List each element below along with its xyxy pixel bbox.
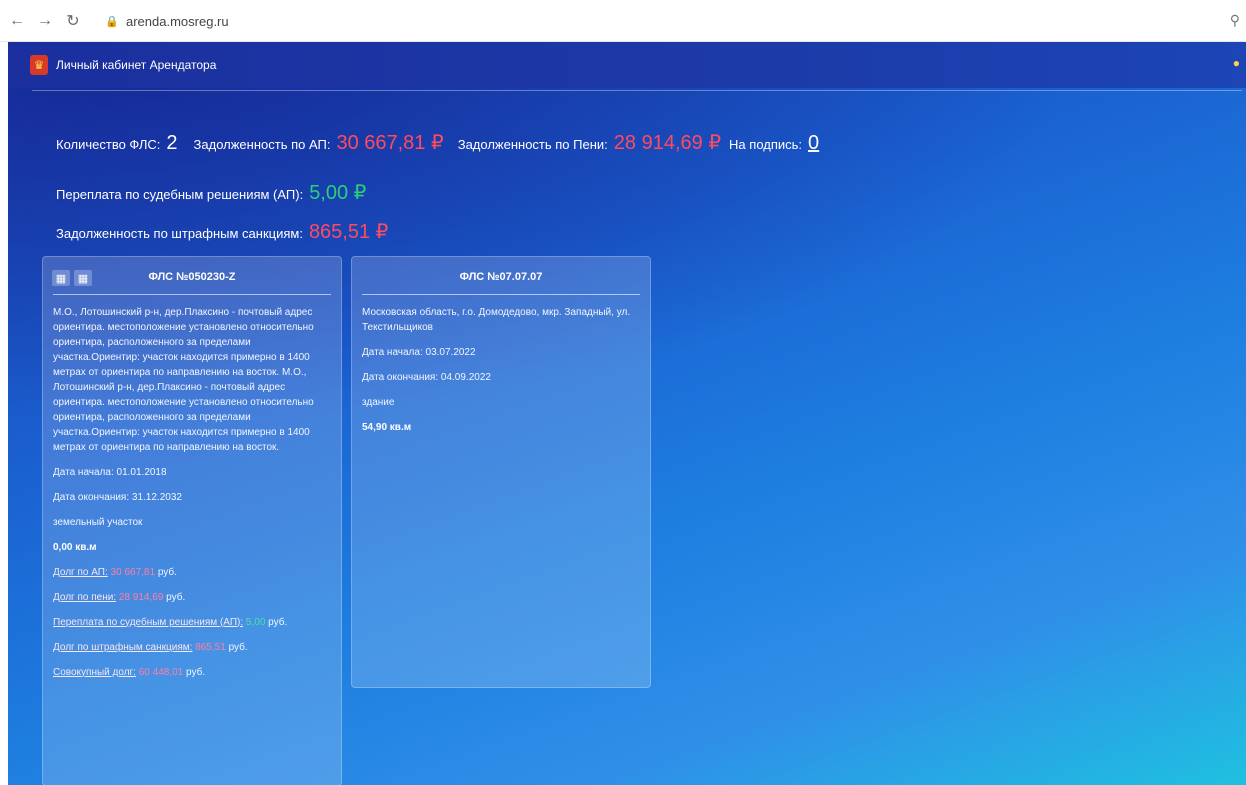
currency-label: руб. [268, 616, 288, 628]
overpay-link[interactable]: Переплата по судебным решениям (АП): [53, 617, 243, 628]
debt-penalty-amount: 28 914,69 [118, 591, 164, 603]
card-area: 54,90 кв.м [362, 421, 412, 433]
reload-icon[interactable]: ↻ [62, 10, 84, 32]
currency-label: руб. [186, 666, 206, 678]
app-title: Личный кабинет Арендатора [56, 58, 217, 72]
overpay-amount: 5,00 [245, 616, 266, 628]
card-total: Совокупный долг: 60 448,01 руб. [53, 665, 331, 680]
search-icon[interactable]: ⚲ [1230, 12, 1240, 29]
summary-row-2: Переплата по судебным решениям (АП): 5,0… [56, 180, 374, 205]
debt-ap-amount: 30 667,81 [110, 566, 156, 578]
lock-icon: 🔒 [105, 15, 119, 28]
card-start-date: Дата начала: 01.01.2018 [53, 466, 167, 478]
card-start-date: Дата начала: 03.07.2022 [362, 346, 476, 358]
currency-label: руб. [166, 591, 186, 603]
fls-card[interactable]: ФЛС №07.07.07 Московская область, г.о. Д… [351, 256, 651, 688]
total-debt-link[interactable]: Совокупный долг: [53, 667, 136, 678]
arrow-right-icon[interactable]: → [34, 10, 56, 32]
fls-count-label: Количество ФЛС: [56, 137, 161, 152]
sanctions-link[interactable]: Долг по штрафным санкциям: [53, 642, 192, 653]
coat-of-arms-logo: ♛ [30, 55, 48, 75]
url-text: arenda.mosreg.ru [126, 13, 229, 29]
currency-label: руб. [157, 566, 177, 578]
overpay-label: Переплата по судебным решениям (АП): [56, 187, 304, 202]
address-bar[interactable]: 🔒 arenda.mosreg.ru [105, 9, 1216, 33]
user-icon[interactable]: ● [1233, 56, 1240, 70]
card-title: ФЛС №07.07.07 [459, 271, 543, 283]
app-header: ♛ Личный кабинет Арендатора ● [8, 42, 1246, 88]
header-divider [32, 90, 1242, 91]
card-address: Московская область, г.о. Домодедово, мкр… [362, 306, 631, 333]
card-end-date: Дата окончания: 31.12.2032 [53, 491, 182, 503]
card-object-type: земельный участок [53, 516, 143, 528]
card-object-type: здание [362, 396, 395, 408]
sanctions-value: 865,51 ₽ [308, 221, 389, 243]
summary-row-1: Количество ФЛС: 2 Задолженность по АП: 3… [56, 130, 827, 155]
card-end-date: Дата окончания: 04.09.2022 [362, 371, 491, 383]
to-sign-link[interactable]: 0 [808, 132, 819, 155]
sanctions-label: Задолженность по штрафным санкциям: [56, 226, 303, 241]
total-debt-amount: 60 448,01 [138, 666, 184, 678]
to-sign-label: На подпись: [729, 137, 803, 152]
debt-penalty-value: 28 914,69 ₽ [613, 132, 722, 154]
card-title: ФЛС №050230-Z [148, 271, 236, 283]
summary-row-3: Задолженность по штрафным санкциям: 865,… [56, 219, 396, 244]
browser-toolbar: ← → ↻ 🔒 arenda.mosreg.ru ⚲ [0, 0, 1246, 42]
card-overpay: Переплата по судебным решениям (АП): 5,0… [53, 615, 331, 630]
arrow-left-icon[interactable]: ← [6, 10, 28, 32]
fls-count-value: 2 [166, 132, 178, 154]
overpay-value: 5,00 ₽ [309, 182, 367, 204]
fls-card[interactable]: ФЛС №050230-Z М.О., Лотошинский р-н, дер… [42, 256, 342, 785]
debt-ap-label: Задолженность по АП: [193, 137, 331, 152]
card-debt-penalty: Долг по пени: 28 914,69 руб. [53, 590, 331, 605]
currency-label: руб. [228, 641, 248, 653]
debt-penalty-label: Задолженность по Пени: [457, 137, 608, 152]
debt-ap-link[interactable]: Долг по АП: [53, 567, 108, 578]
card-address: М.О., Лотошинский р-н, дер.Плаксино - по… [53, 306, 314, 453]
card-divider [362, 293, 640, 295]
debt-penalty-link[interactable]: Долг по пени: [53, 592, 116, 603]
card-sanctions: Долг по штрафным санкциям: 865,51 руб. [53, 640, 331, 655]
card-area: 0,00 кв.м [53, 541, 97, 553]
page: ♛ Личный кабинет Арендатора ● Количество… [8, 42, 1246, 785]
debt-ap-value: 30 667,81 ₽ [336, 132, 444, 154]
sanctions-amount: 865,51 [195, 641, 226, 653]
card-divider [53, 293, 331, 295]
card-debt-ap: Долг по АП: 30 667,81 руб. [53, 565, 331, 580]
